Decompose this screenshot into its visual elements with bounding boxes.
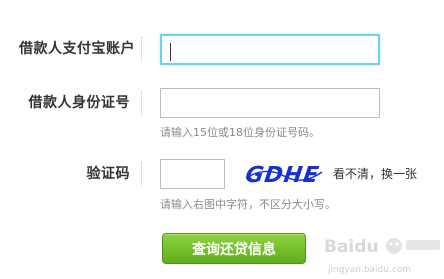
id-number-hint: 请输入15位或18位身份证号码。 — [160, 126, 320, 139]
row-separator — [141, 37, 142, 61]
row-separator — [141, 162, 142, 186]
alipay-account-input[interactable] — [160, 34, 380, 65]
captcha-image[interactable]: GDHE — [244, 158, 324, 190]
watermark-site: jingyan.baidu.com — [327, 265, 411, 275]
baidu-watermark-icon: Baidu jingyan.baidu.com — [324, 237, 440, 275]
query-repayment-label: 查询还贷信息 — [192, 241, 276, 258]
text-caret — [170, 43, 171, 61]
query-repayment-button[interactable]: 查询还贷信息 — [162, 233, 306, 264]
alipay-account-label: 借款人支付宝账户 — [19, 41, 135, 57]
id-number-label: 借款人身份证号 — [28, 95, 130, 111]
id-number-input[interactable] — [160, 88, 380, 118]
captcha-hint: 请输入右图中字符，不区分大小写。 — [160, 198, 336, 211]
watermark-brand: Baidu — [324, 237, 379, 257]
refresh-captcha-link[interactable]: 看不清，换一张 — [333, 165, 417, 182]
captcha-input[interactable] — [160, 159, 225, 189]
row-separator — [141, 91, 142, 115]
captcha-label: 验证码 — [86, 166, 130, 182]
